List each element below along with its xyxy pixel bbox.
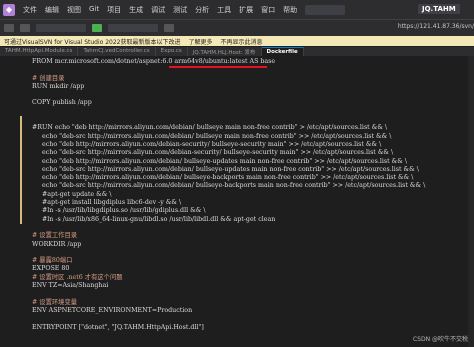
vs-logo-icon[interactable]: ◆	[3, 3, 15, 16]
code-line: #apt-get update && \	[32, 190, 112, 198]
search-box[interactable]	[305, 4, 346, 15]
code-line: #apt-get install libgdiplus libc6-dev -y…	[32, 199, 182, 207]
code-line: ENV ASPNETCORE_ENVIRONMENT=Production	[32, 306, 193, 314]
code-line: #ln -s /usr/lib/libgdiplus.so /usr/lib/g…	[32, 207, 206, 215]
code-line: # 设置工作目录	[32, 232, 78, 240]
code-line: echo "deb-src http://mirrors.aliyun.com/…	[32, 132, 392, 140]
code-line: # 暴露80端口	[32, 257, 73, 265]
info-message: 可通过VisualSVN for Visual Studio 2022获取最新版…	[4, 38, 181, 46]
menu-item[interactable]: 调试	[151, 5, 165, 15]
code-line: RUN mkdir /app	[32, 82, 85, 90]
code-line: WORKDIR /app	[32, 240, 82, 248]
editor-tab[interactable]: Dockerfile	[261, 47, 304, 56]
code-line: echo "deb http://mirrors.aliyun.com/debi…	[32, 174, 414, 182]
menu-item[interactable]: 扩展	[239, 5, 253, 15]
code-editor[interactable]: FROM mcr.microsoft.com/dotnet/aspnet:6.0…	[0, 56, 474, 347]
code-line: ENV TZ=Asia/Shanghai	[32, 282, 109, 290]
info-bar: 可通过VisualSVN for Visual Studio 2022获取最新版…	[0, 36, 474, 46]
dont-show-link[interactable]: 不再显示此消息	[221, 37, 263, 46]
red-underline-annotation	[169, 66, 267, 68]
menu-item[interactable]: 工具	[217, 5, 231, 15]
tab-strip: TAHM.HttpApi.Module.cs TahmCJ.vedControll…	[0, 47, 474, 56]
code-line: # 创建目录	[32, 74, 65, 82]
code-line: echo "deb-src http://mirrors.aliyun.com/…	[32, 182, 426, 190]
watermark: CSDN @吹牛不交税	[412, 336, 468, 343]
code-line: COPY publish /app	[32, 99, 92, 107]
menu-item[interactable]: 视图	[67, 5, 81, 15]
menu-item[interactable]: 项目	[107, 5, 121, 15]
menu-item[interactable]: 窗口	[261, 5, 275, 15]
code-line: ENTRYPOINT ["dotnet", "JQ.TAHM.HttpApi.H…	[32, 323, 204, 331]
code-line: #ln -s /usr/lib/x86_64-linux-gnu/libdl.s…	[32, 215, 276, 223]
gutter	[0, 56, 22, 347]
run-icon[interactable]	[92, 24, 102, 32]
project-name-badge: JQ.TAHM	[418, 4, 460, 14]
title-bar: ◆ 文件 编辑 视图 Git 项目 生成 调试 测试 分析 工具 扩展 窗口 帮助 JQ.TAHM	[0, 0, 474, 19]
change-bar	[20, 116, 22, 224]
code-line: echo "deb http://mirrors.aliyun.com/debi…	[32, 140, 382, 148]
menu-item[interactable]: 分析	[195, 5, 209, 15]
back-icon[interactable]	[4, 24, 14, 32]
menu-item[interactable]: 测试	[173, 5, 187, 15]
code-line: # 设置环境变量	[32, 298, 78, 306]
code-line: echo "deb-src http://mirrors.aliyun.com/…	[32, 149, 394, 157]
vertical-scrollbar[interactable]	[468, 56, 474, 347]
code-line: echo "deb-src http://mirrors.aliyun.com/…	[32, 165, 419, 173]
editor-tab[interactable]: TahmCJ.vedController.cs	[78, 47, 156, 56]
startup-project-dropdown[interactable]	[108, 24, 158, 32]
code-lines[interactable]: FROM mcr.microsoft.com/dotnet/aspnet:6.0…	[32, 58, 466, 332]
editor-tab[interactable]: JQ.TAHM.HLJ.Host: 发布	[188, 47, 262, 56]
menu-item[interactable]: 生成	[129, 5, 143, 15]
forward-icon[interactable]	[20, 24, 30, 32]
learn-more-link[interactable]: 了解更多	[189, 37, 213, 46]
code-line: EXPOSE 80	[32, 265, 70, 273]
code-line: echo "deb http://mirrors.aliyun.com/debi…	[32, 157, 407, 165]
menu-item[interactable]: 编辑	[45, 5, 59, 15]
menu-item[interactable]: Git	[89, 5, 99, 15]
code-line: # 设置时区 .net6 才有这个问题	[32, 273, 123, 281]
editor-tab[interactable]: Expo.cs	[156, 47, 188, 56]
config-dropdown[interactable]	[36, 24, 86, 32]
menu-item[interactable]: 帮助	[283, 5, 297, 15]
tool-icon[interactable]	[164, 24, 174, 32]
toolbar: https://121.41.87.36/svn/	[0, 19, 474, 36]
menu-bar: 文件 编辑 视图 Git 项目 生成 调试 测试 分析 工具 扩展 窗口 帮助	[23, 5, 297, 15]
svn-url: https://121.41.87.36/svn/	[397, 23, 474, 30]
code-line: #RUN echo "deb http://mirrors.aliyun.com…	[32, 124, 388, 132]
menu-item[interactable]: 文件	[23, 5, 37, 15]
editor-tab[interactable]: TAHM.HttpApi.Module.cs	[0, 47, 79, 56]
